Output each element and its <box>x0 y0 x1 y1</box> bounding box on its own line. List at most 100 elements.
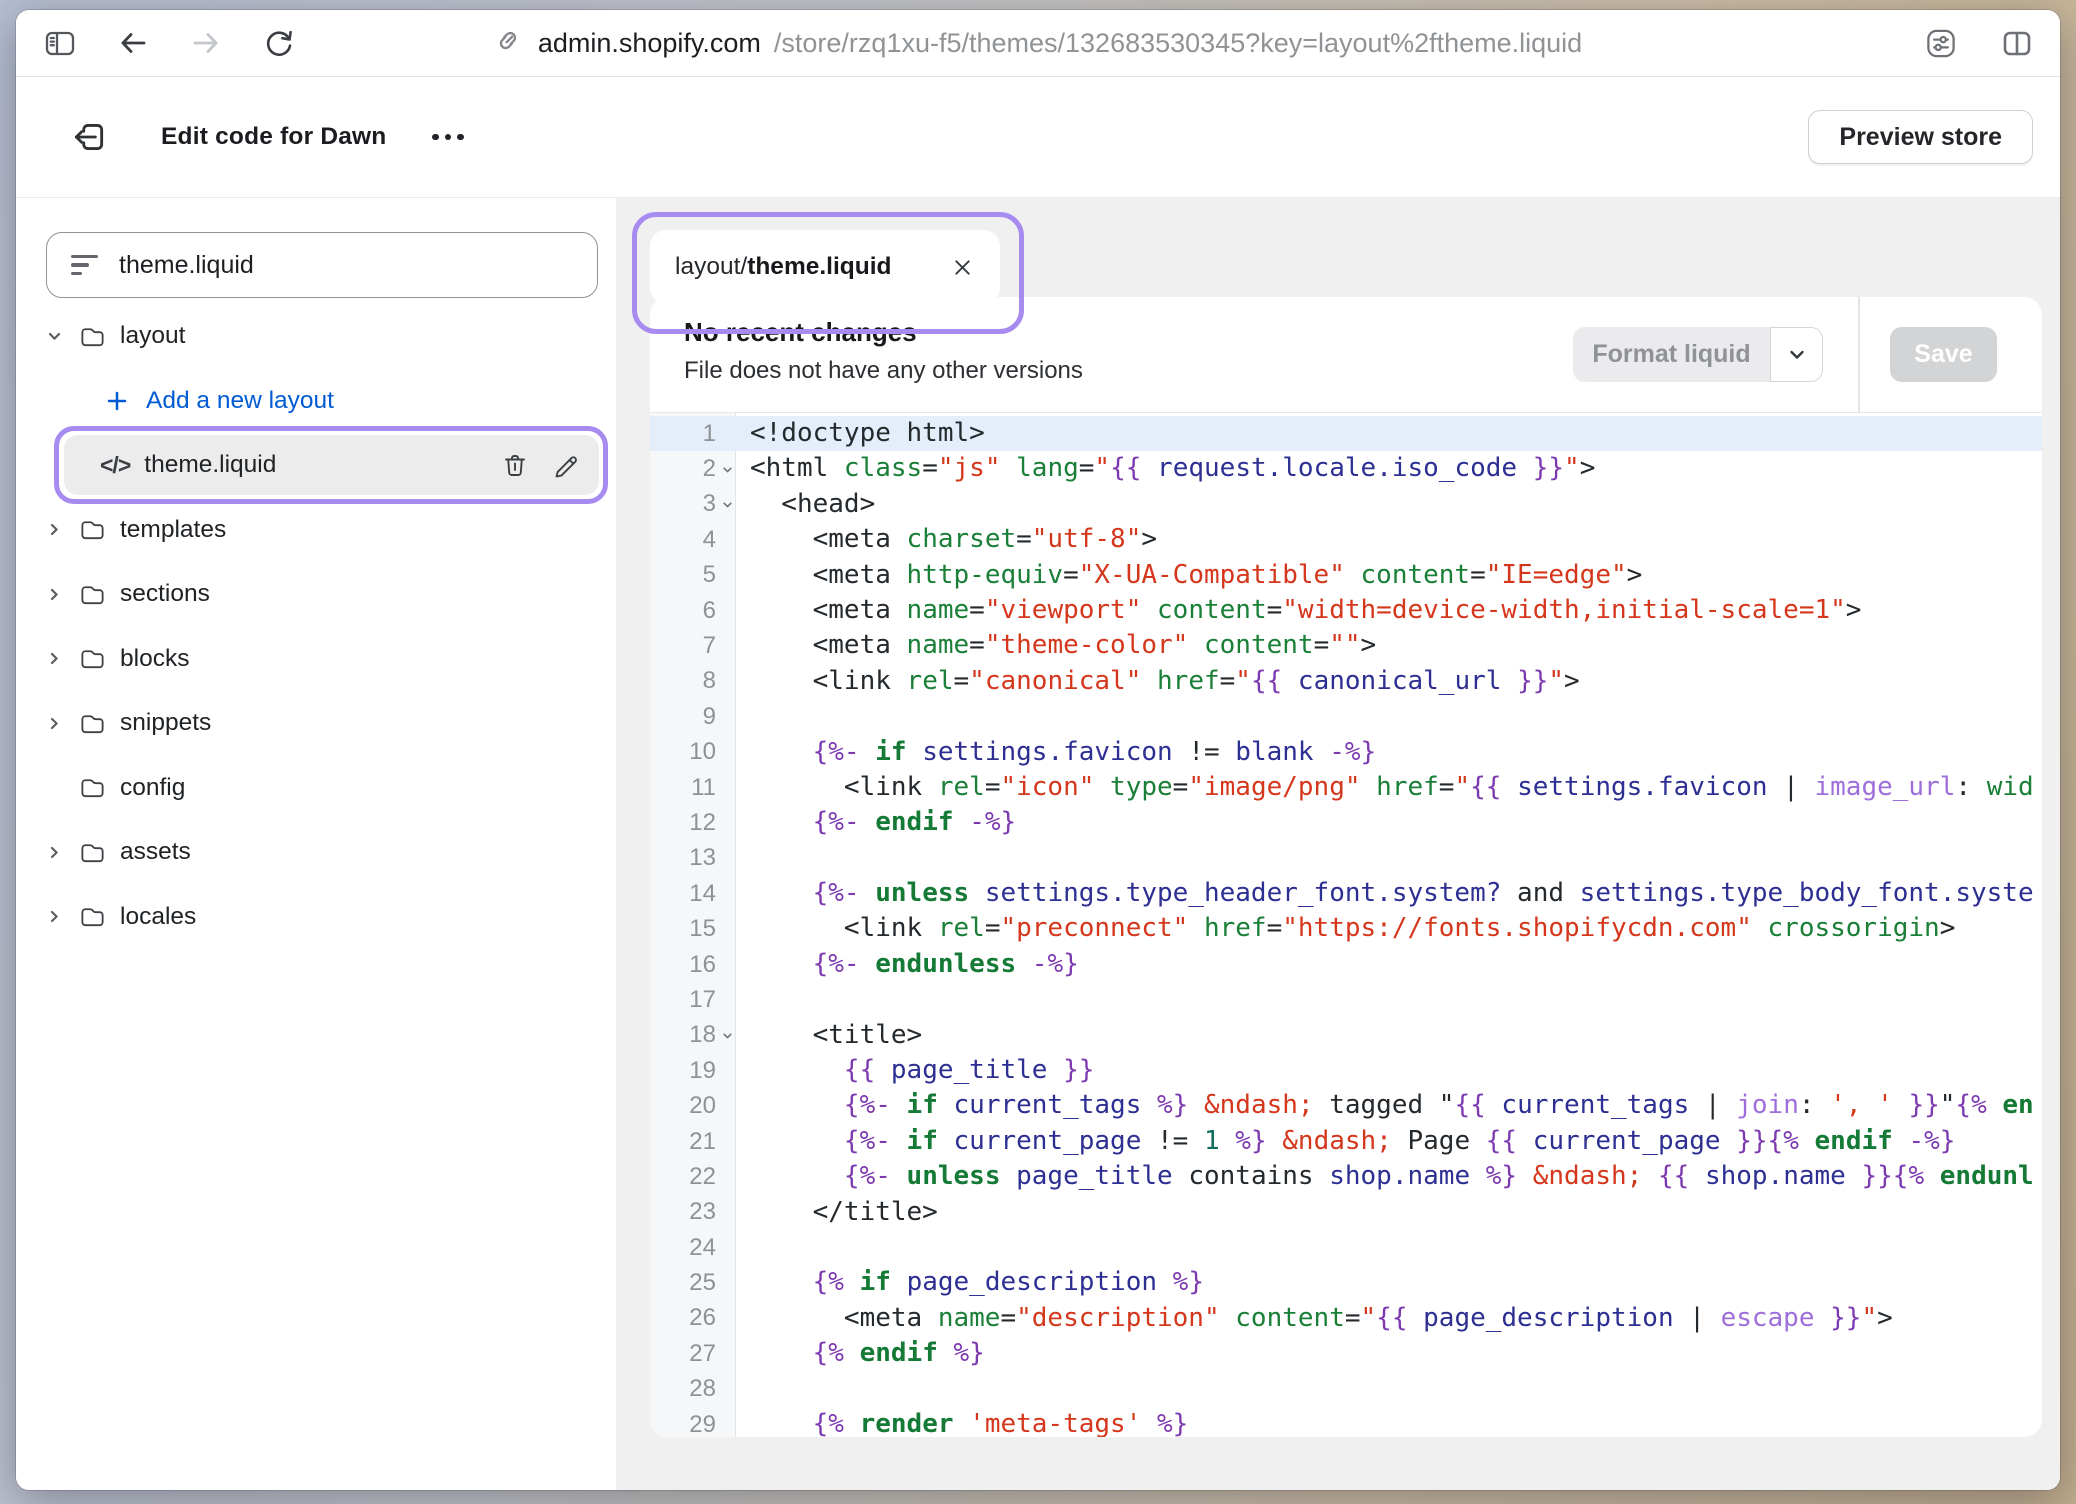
split-view-icon[interactable] <box>2000 26 2034 60</box>
chevron-right-icon[interactable] <box>46 586 64 603</box>
rename-file-icon[interactable] <box>551 451 579 479</box>
line-number[interactable]: 21 <box>650 1124 736 1159</box>
preview-store-button[interactable]: Preview store <box>1808 110 2033 164</box>
line-number[interactable]: 5 <box>650 558 736 593</box>
code-line-text[interactable]: </title> <box>736 1195 938 1230</box>
address-bar[interactable]: admin.shopify.com/store/rzq1xu-f5/themes… <box>494 24 1582 62</box>
code-line-text[interactable]: <!doctype html> <box>736 416 985 451</box>
line-number[interactable]: 25 <box>650 1265 736 1300</box>
line-number[interactable]: 2 <box>650 451 736 486</box>
line-number[interactable]: 12 <box>650 805 736 840</box>
reload-icon[interactable] <box>262 26 296 60</box>
sidebar-item-locales[interactable]: locales <box>16 885 616 950</box>
sidebar-toggle-icon[interactable] <box>43 26 77 60</box>
chevron-right-icon[interactable] <box>46 521 64 538</box>
code-line-text[interactable] <box>736 982 750 1017</box>
line-number[interactable]: 4 <box>650 522 736 557</box>
tab-layout-theme-liquid[interactable]: layout/theme.liquid <box>650 230 1000 304</box>
chevron-right-icon[interactable] <box>46 650 64 667</box>
line-number[interactable]: 9 <box>650 699 736 734</box>
code-line-text[interactable]: <link rel="icon" type="image/png" href="… <box>736 770 2034 805</box>
delete-file-icon[interactable] <box>501 451 529 479</box>
code-line-text[interactable]: {%- unless page_title contains shop.name… <box>736 1159 2034 1194</box>
code-line-text[interactable]: {%- if settings.favicon != blank -%} <box>736 735 1376 770</box>
line-number[interactable]: 24 <box>650 1230 736 1265</box>
code-line-text[interactable]: <link rel="canonical" href="{{ canonical… <box>736 664 1580 699</box>
line-number[interactable]: 8 <box>650 664 736 699</box>
line-number[interactable]: 16 <box>650 947 736 982</box>
sidebar-item-templates[interactable]: templates <box>16 498 616 563</box>
sidebar-item-theme-liquid[interactable]: </>theme.liquid <box>16 433 616 498</box>
fold-chevron-icon[interactable] <box>720 462 735 477</box>
sidebar-item-layout[interactable]: layout <box>16 304 616 369</box>
code-line-text[interactable]: {% render 'meta-tags' %} <box>736 1407 1188 1437</box>
code-line-text[interactable] <box>736 1372 750 1407</box>
fold-chevron-icon[interactable] <box>720 498 735 513</box>
line-number[interactable]: 14 <box>650 876 736 911</box>
code-line-text[interactable]: {%- endunless -%} <box>736 947 1079 982</box>
save-button[interactable]: Save <box>1890 327 1997 382</box>
sidebar-item-assets[interactable]: assets <box>16 820 616 885</box>
format-dropdown-button[interactable] <box>1770 327 1823 382</box>
code-line-text[interactable] <box>736 841 750 876</box>
line-number[interactable]: 28 <box>650 1372 736 1407</box>
code-line-text[interactable]: {%- if current_page != 1 %} &ndash; Page… <box>736 1124 1955 1159</box>
line-number[interactable]: 17 <box>650 982 736 1017</box>
code-line-text[interactable]: <meta charset="utf-8"> <box>736 522 1157 557</box>
sidebar-item-snippets[interactable]: snippets <box>16 691 616 756</box>
sidebar-item-config[interactable]: config <box>16 756 616 821</box>
line-number[interactable]: 3 <box>650 487 736 522</box>
line-number[interactable]: 26 <box>650 1301 736 1336</box>
line-number[interactable]: 23 <box>650 1195 736 1230</box>
code-line: 5 <meta http-equiv="X-UA-Compatible" con… <box>650 558 2042 593</box>
chevron-right-icon[interactable] <box>46 715 64 732</box>
close-icon[interactable] <box>951 256 974 279</box>
code-line-text[interactable]: <link rel="preconnect" href="https://fon… <box>736 911 1955 946</box>
line-number[interactable]: 1 <box>650 416 736 451</box>
code-line-text[interactable]: <head> <box>736 487 875 522</box>
code-line-text[interactable]: {%- unless settings.type_header_font.sys… <box>736 876 2034 911</box>
page-settings-icon[interactable] <box>1924 26 1958 60</box>
line-number[interactable]: 20 <box>650 1088 736 1123</box>
code-line-text[interactable]: {%- endif -%} <box>736 805 1016 840</box>
line-number[interactable]: 27 <box>650 1336 736 1371</box>
line-number[interactable]: 6 <box>650 593 736 628</box>
code-line-text[interactable] <box>736 1230 750 1265</box>
forward-icon[interactable] <box>189 26 223 60</box>
line-number[interactable]: 11 <box>650 770 736 805</box>
line-number[interactable]: 29 <box>650 1407 736 1437</box>
code-line-text[interactable]: <meta name="theme-color" content=""> <box>736 628 1376 663</box>
more-actions-icon[interactable] <box>432 134 464 141</box>
sidebar-item-sections[interactable]: sections <box>16 562 616 627</box>
format-liquid-button[interactable]: Format liquid <box>1573 327 1770 382</box>
line-number[interactable]: 18 <box>650 1018 736 1053</box>
line-number[interactable]: 13 <box>650 841 736 876</box>
back-icon[interactable] <box>116 26 150 60</box>
code-line: 20 {%- if current_tags %} &ndash; tagged… <box>650 1088 2042 1123</box>
line-number[interactable]: 22 <box>650 1159 736 1194</box>
exit-editor-icon[interactable] <box>70 120 108 154</box>
code-line-text[interactable]: <title> <box>736 1018 922 1053</box>
code-line-text[interactable] <box>736 699 750 734</box>
code-line-text[interactable]: <html class="js" lang="{{ request.locale… <box>736 451 1595 486</box>
chevron-down-icon[interactable] <box>46 328 64 345</box>
sidebar-item-add-a-new-layout[interactable]: Add a new layout <box>16 369 616 434</box>
code-line-text[interactable]: {%- if current_tags %} &ndash; tagged "{… <box>736 1088 2034 1123</box>
code-line-text[interactable]: {{ page_title }} <box>736 1053 1094 1088</box>
file-search-input[interactable]: theme.liquid <box>46 232 598 298</box>
line-number[interactable]: 10 <box>650 735 736 770</box>
chevron-right-icon[interactable] <box>46 844 64 861</box>
fold-chevron-icon[interactable] <box>720 1029 735 1044</box>
code-line-text[interactable]: {% endif %} <box>736 1336 985 1371</box>
code-line-text[interactable]: <meta name="viewport" content="width=dev… <box>736 593 1861 628</box>
code-line-text[interactable]: {% if page_description %} <box>736 1265 1204 1300</box>
chevron-right-icon[interactable] <box>46 908 64 925</box>
sidebar-item-blocks[interactable]: blocks <box>16 627 616 692</box>
line-number[interactable]: 7 <box>650 628 736 663</box>
line-number[interactable]: 19 <box>650 1053 736 1088</box>
code-line-text[interactable]: <meta name="description" content="{{ pag… <box>736 1301 1893 1336</box>
code-line-text[interactable]: <meta http-equiv="X-UA-Compatible" conte… <box>736 558 1642 593</box>
line-number[interactable]: 15 <box>650 911 736 946</box>
code-view[interactable]: 1<!doctype html>2<html class="js" lang="… <box>650 413 2042 1437</box>
code-line: 8 <link rel="canonical" href="{{ canonic… <box>650 664 2042 699</box>
